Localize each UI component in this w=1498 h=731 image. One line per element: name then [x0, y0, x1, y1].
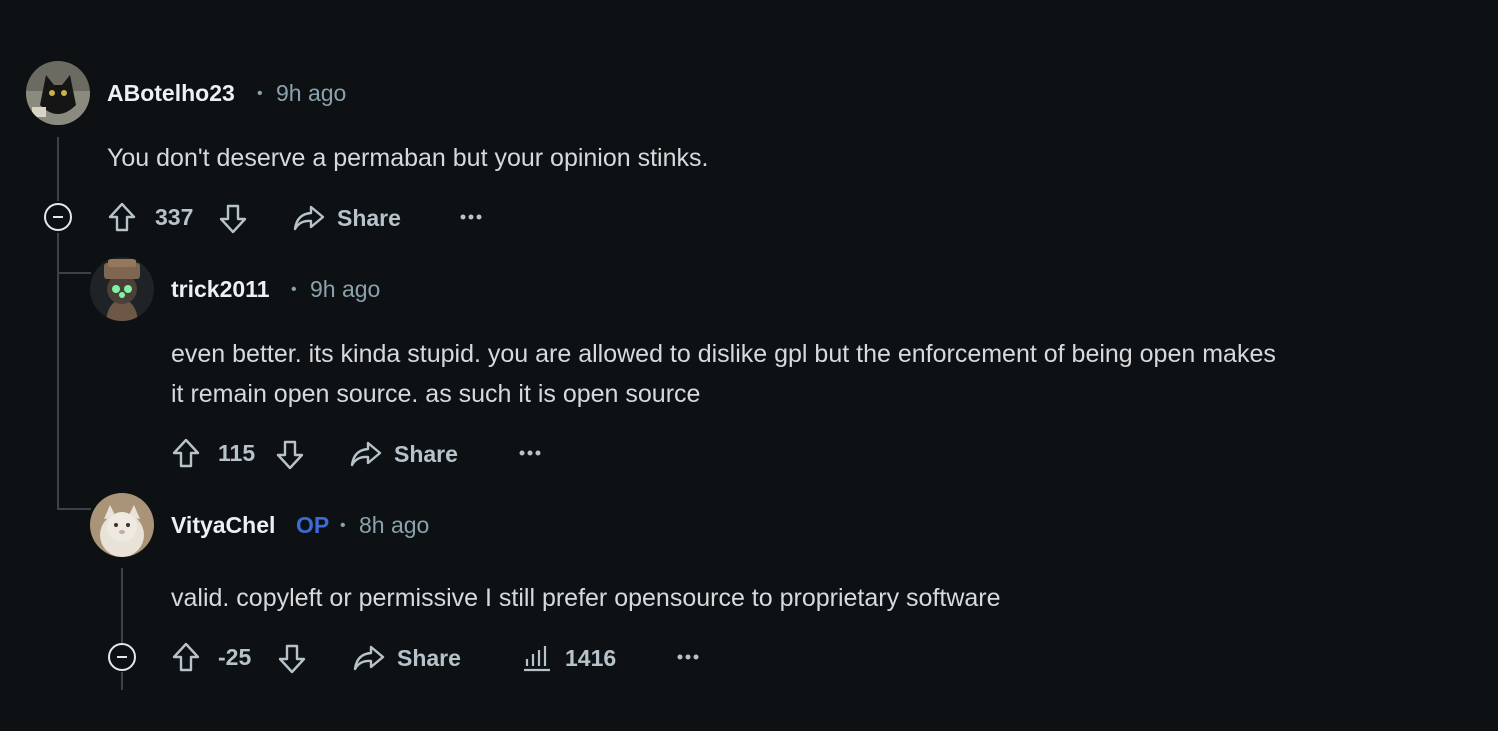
- thread-branch-2: [57, 508, 91, 510]
- share-label: Share: [337, 204, 401, 231]
- views-count: 1416: [565, 644, 617, 671]
- more-icon[interactable]: [459, 210, 483, 224]
- vote-score: 115: [218, 440, 256, 466]
- downvote-icon[interactable]: [218, 203, 248, 235]
- share-label: Share: [394, 440, 458, 467]
- separator-dot: •: [340, 517, 346, 534]
- more-icon[interactable]: [518, 446, 542, 460]
- downvote-icon[interactable]: [277, 643, 307, 675]
- comment-body: valid. copyleft or permissive I still pr…: [171, 584, 1001, 612]
- collapse-icon[interactable]: [108, 643, 136, 671]
- share-button[interactable]: Share: [292, 203, 401, 233]
- separator-dot: •: [257, 85, 263, 102]
- share-button[interactable]: Share: [349, 439, 458, 469]
- thread-line-child[interactable]: [121, 568, 123, 644]
- comment-body: You don't deserve a permaban but your op…: [107, 144, 709, 172]
- comment-body-line-1: even better. its kinda stupid. you are a…: [171, 340, 1276, 368]
- comment-timestamp[interactable]: 8h ago: [359, 512, 429, 539]
- share-icon: [350, 441, 382, 467]
- views-icon: [524, 646, 550, 672]
- avatar[interactable]: [26, 61, 90, 125]
- comment-timestamp[interactable]: 9h ago: [310, 276, 380, 303]
- avatar[interactable]: [90, 257, 154, 321]
- thread-line-root-lower[interactable]: [57, 233, 59, 273]
- thread-branch-1: [57, 272, 91, 274]
- downvote-icon[interactable]: [275, 439, 305, 471]
- separator-dot: •: [291, 281, 297, 298]
- comment-timestamp[interactable]: 9h ago: [276, 80, 346, 107]
- share-icon: [353, 645, 385, 671]
- share-label: Share: [397, 644, 461, 671]
- upvote-icon[interactable]: [171, 437, 201, 469]
- avatar[interactable]: [90, 493, 154, 557]
- thread-line-root-lower-2[interactable]: [57, 272, 59, 510]
- upvote-icon[interactable]: [107, 201, 137, 233]
- share-button[interactable]: Share: [352, 643, 461, 673]
- comment-author[interactable]: ABotelho23: [107, 80, 235, 107]
- op-badge: OP: [296, 512, 330, 538]
- comment-body-line-2: it remain open source. as such it is ope…: [171, 380, 701, 408]
- views-button[interactable]: 1416: [522, 643, 616, 673]
- comment-author[interactable]: trick2011: [171, 276, 269, 303]
- collapse-icon[interactable]: [44, 203, 72, 231]
- comment-author[interactable]: VityaChel: [171, 512, 275, 539]
- more-icon[interactable]: [676, 650, 700, 664]
- vote-score: 337: [155, 204, 194, 230]
- vote-score: -25: [218, 644, 252, 670]
- upvote-icon[interactable]: [171, 641, 201, 673]
- share-icon: [293, 205, 325, 231]
- thread-line-root[interactable]: [57, 137, 59, 201]
- thread-line-child-lower[interactable]: [121, 672, 123, 690]
